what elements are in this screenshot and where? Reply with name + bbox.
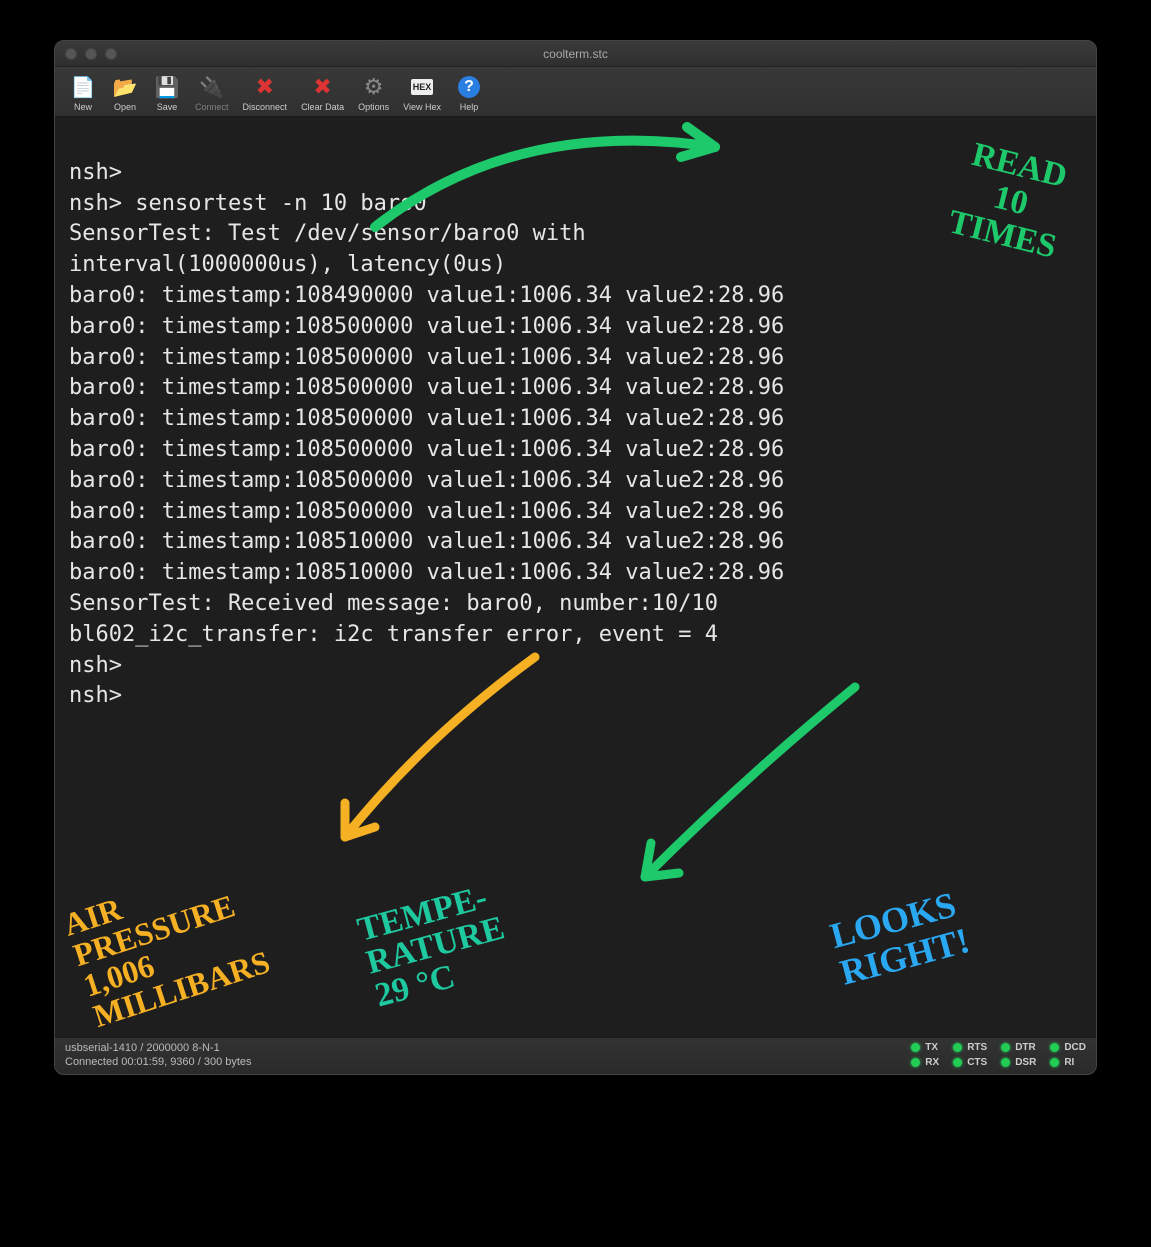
- disconnect-button-label: Disconnect: [243, 102, 288, 112]
- led-tx: TX: [911, 1042, 939, 1053]
- new-icon: 📄: [69, 73, 97, 101]
- save-button-label: Save: [157, 102, 178, 112]
- led-dsr-indicator: [1001, 1058, 1010, 1067]
- led-dtr-label: DTR: [1015, 1042, 1036, 1053]
- led-dcd-indicator: [1050, 1043, 1059, 1052]
- options-icon: ⚙: [360, 73, 388, 101]
- led-rts-label: RTS: [967, 1042, 987, 1053]
- connect-button[interactable]: 🔌Connect: [189, 71, 235, 114]
- titlebar[interactable]: coolterm.stc: [55, 41, 1096, 67]
- window-title: coolterm.stc: [55, 47, 1096, 61]
- annotation-looks-right: LOOKS RIGHT!: [826, 886, 973, 993]
- new-button-label: New: [74, 102, 92, 112]
- clear-data-icon: ✖: [309, 73, 337, 101]
- led-rx: RX: [911, 1057, 939, 1068]
- led-rts-indicator: [953, 1043, 962, 1052]
- options-button[interactable]: ⚙Options: [352, 71, 395, 114]
- annotation-temperature: TEMPE- RATURE 29 °C: [354, 878, 517, 1013]
- led-rx-label: RX: [925, 1057, 939, 1068]
- open-button-label: Open: [114, 102, 136, 112]
- terminal-output[interactable]: nsh> nsh> sensortest -n 10 baro0 SensorT…: [55, 117, 1096, 1037]
- led-dsr-label: DSR: [1015, 1057, 1036, 1068]
- toolbar: 📄New📂Open💾Save🔌Connect✖Disconnect✖Clear …: [55, 67, 1096, 117]
- led-dtr-indicator: [1001, 1043, 1010, 1052]
- open-icon: 📂: [111, 73, 139, 101]
- annotation-air-pressure: AIR PRESSURE 1,006 MILLIBARS: [60, 854, 274, 1032]
- status-port: usbserial-1410 / 2000000 8-N-1: [65, 1042, 252, 1054]
- help-icon: ?: [455, 73, 483, 101]
- app-window: coolterm.stc 📄New📂Open💾Save🔌Connect✖Disc…: [54, 40, 1097, 1075]
- led-dtr: DTR: [1001, 1042, 1036, 1053]
- clear-data-button-label: Clear Data: [301, 102, 344, 112]
- led-ri: RI: [1050, 1057, 1086, 1068]
- disconnect-button[interactable]: ✖Disconnect: [237, 71, 294, 114]
- clear-data-button[interactable]: ✖Clear Data: [295, 71, 350, 114]
- led-tx-indicator: [911, 1043, 920, 1052]
- led-rx-indicator: [911, 1058, 920, 1067]
- connect-button-label: Connect: [195, 102, 229, 112]
- led-cts: CTS: [953, 1057, 987, 1068]
- save-button[interactable]: 💾Save: [147, 71, 187, 114]
- status-leds: TX RTS DTR DCD RX CTS DSR RI: [911, 1042, 1086, 1068]
- new-button[interactable]: 📄New: [63, 71, 103, 114]
- save-icon: 💾: [153, 73, 181, 101]
- led-dcd: DCD: [1050, 1042, 1086, 1053]
- status-connection: Connected 00:01:59, 9360 / 300 bytes: [65, 1056, 252, 1068]
- led-ri-indicator: [1050, 1058, 1059, 1067]
- view-hex-button[interactable]: HEXView Hex: [397, 71, 447, 114]
- open-button[interactable]: 📂Open: [105, 71, 145, 114]
- terminal-text: nsh> nsh> sensortest -n 10 baro0 SensorT…: [69, 158, 1082, 712]
- connect-icon: 🔌: [198, 73, 226, 101]
- led-cts-label: CTS: [967, 1057, 987, 1068]
- led-rts: RTS: [953, 1042, 987, 1053]
- view-hex-icon: HEX: [408, 73, 436, 101]
- led-dcd-label: DCD: [1064, 1042, 1086, 1053]
- view-hex-button-label: View Hex: [403, 102, 441, 112]
- led-tx-label: TX: [925, 1042, 938, 1053]
- led-ri-label: RI: [1064, 1057, 1074, 1068]
- led-cts-indicator: [953, 1058, 962, 1067]
- status-bar: usbserial-1410 / 2000000 8-N-1 Connected…: [55, 1037, 1096, 1074]
- disconnect-icon: ✖: [251, 73, 279, 101]
- options-button-label: Options: [358, 102, 389, 112]
- help-button[interactable]: ?Help: [449, 71, 489, 114]
- led-dsr: DSR: [1001, 1057, 1036, 1068]
- help-button-label: Help: [460, 102, 479, 112]
